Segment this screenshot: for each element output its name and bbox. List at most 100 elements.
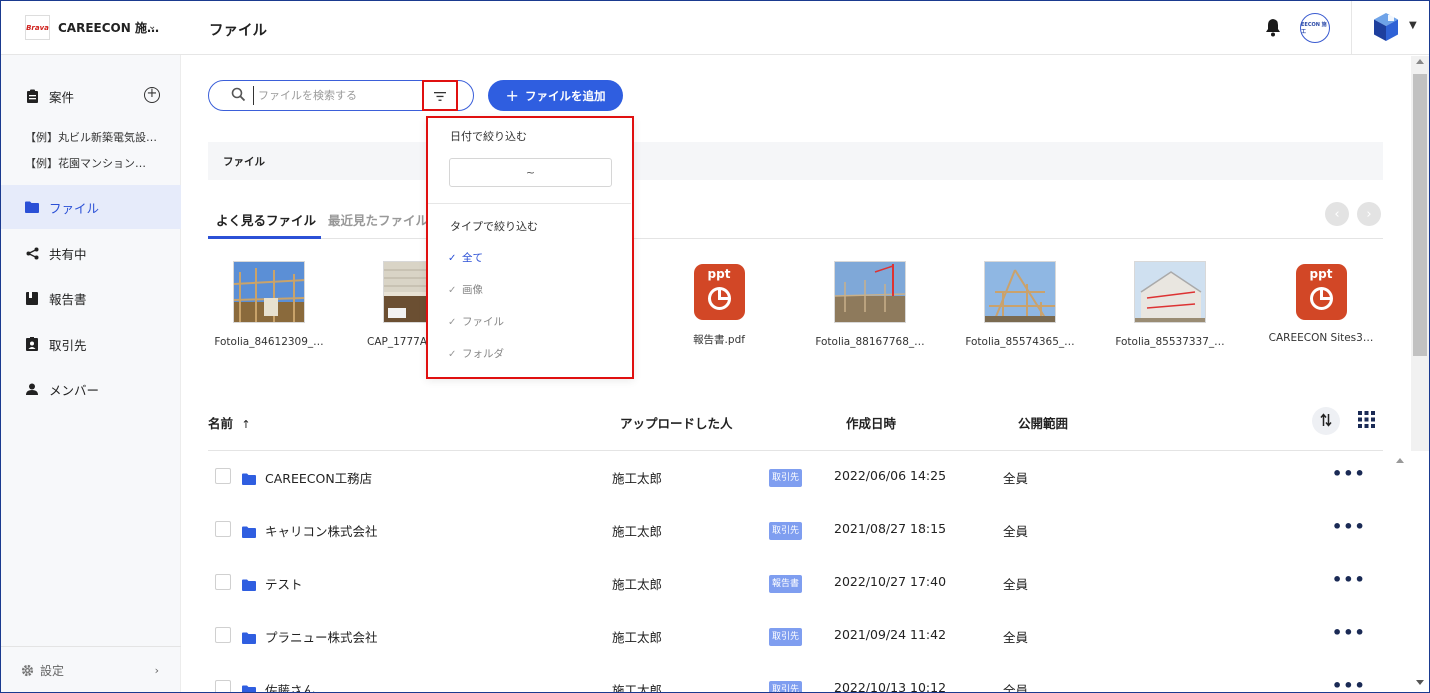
sort-asc-icon: ↑: [241, 418, 251, 431]
folder-icon: [242, 629, 256, 648]
row-checkbox[interactable]: [215, 627, 231, 643]
sidebar-item-label: メンバー: [49, 382, 100, 398]
date-range-input[interactable]: ~: [449, 158, 612, 187]
column-header-name[interactable]: 名前 ↑: [208, 413, 251, 432]
sidebar-item-label: 案件: [49, 89, 75, 105]
breadcrumb-item[interactable]: ファイル: [223, 154, 265, 169]
chevron-right-icon: ›: [154, 664, 159, 677]
scroll-up-icon[interactable]: [1416, 59, 1424, 64]
column-header-scope[interactable]: 公開範囲: [1018, 413, 1068, 432]
page-scrollbar[interactable]: [1411, 56, 1429, 451]
row-tag: 取引先: [769, 469, 803, 487]
sidebar-item-members[interactable]: メンバー: [1, 367, 181, 411]
row-date: 2021/08/27 18:15: [834, 521, 947, 536]
filter-option-all[interactable]: ✓ 全て: [448, 250, 483, 265]
breadcrumb: ファイル: [208, 142, 1383, 180]
filter-option-folder[interactable]: ✓ フォルダ: [448, 346, 504, 361]
user-cube-icon[interactable]: [1373, 12, 1399, 46]
top-bar: ファイル EECON 施工 ▼: [181, 1, 1429, 55]
case-link-1[interactable]: 【例】丸ビル新築電気設…: [25, 129, 157, 145]
search-input[interactable]: [253, 86, 423, 105]
thumbnail-card[interactable]: ppt 報告書.pdf: [649, 261, 789, 347]
table-row[interactable]: 佐藤さん 施工太郎 取引先 2022/10/13 10:12 全員 •••: [208, 663, 1383, 692]
column-header-created[interactable]: 作成日時: [846, 413, 896, 432]
settings-label: 設定: [40, 664, 65, 678]
row-uploader: 施工太郎: [612, 524, 663, 539]
row-name[interactable]: CAREECON工務店: [265, 468, 372, 487]
contact-icon: [25, 337, 39, 351]
thumbnail-name: Fotolia_88167768_…: [815, 336, 925, 348]
settings-button[interactable]: 設定 ›: [1, 646, 181, 692]
row-name[interactable]: 佐藤さん: [265, 680, 315, 692]
thumbnail-name: Fotolia_85574365_…: [965, 336, 1075, 348]
search-icon: [231, 87, 246, 106]
row-scope: 全員: [1003, 524, 1029, 539]
sort-button[interactable]: [1312, 407, 1340, 435]
thumbnail-card[interactable]: Fotolia_85574365_…: [950, 261, 1090, 348]
sidebar-item-reports[interactable]: 報告書: [1, 276, 181, 320]
sidebar-item-contacts[interactable]: 取引先: [1, 322, 181, 366]
grid-view-button[interactable]: [1358, 411, 1375, 432]
thumbnail-card[interactable]: ppt CAREECON Sites3…: [1251, 261, 1391, 344]
row-name[interactable]: プラニュー株式会社: [265, 627, 378, 646]
avatar[interactable]: EECON 施工: [1300, 13, 1330, 43]
row-scope: 全員: [1003, 630, 1029, 645]
thumbnail-card[interactable]: CAP_1777A: [349, 261, 427, 348]
chevron-down-icon[interactable]: ▼: [1409, 20, 1417, 31]
folder-icon: [242, 523, 256, 542]
more-icon[interactable]: •••: [1332, 676, 1366, 692]
header-divider: [1351, 1, 1352, 55]
more-icon[interactable]: •••: [1332, 623, 1366, 642]
tab-frequent[interactable]: よく見るファイル: [208, 210, 321, 239]
thumbnail-card[interactable]: Fotolia_88167768_…: [800, 261, 940, 348]
table-row[interactable]: キャリコン株式会社 施工太郎 取引先 2021/08/27 18:15 全員 •…: [208, 504, 1383, 557]
sidebar-item-label: 報告書: [49, 291, 87, 307]
row-name[interactable]: キャリコン株式会社: [265, 521, 378, 540]
row-checkbox[interactable]: [215, 680, 231, 692]
more-icon[interactable]: •••: [1332, 517, 1366, 536]
thumbnail-name: Fotolia_84612309_…: [214, 336, 324, 348]
bell-icon[interactable]: [1265, 18, 1281, 41]
sidebar-item-shared[interactable]: 共有中: [1, 231, 181, 275]
row-checkbox[interactable]: [215, 521, 231, 537]
row-tag: 報告書: [769, 575, 803, 593]
filter-button[interactable]: [422, 80, 458, 111]
add-case-button[interactable]: +: [144, 87, 160, 103]
scroll-up-icon[interactable]: [1396, 458, 1404, 463]
folder-icon: [25, 200, 39, 214]
case-link-2[interactable]: 【例】花園マンション…: [25, 155, 146, 171]
carousel-next-button[interactable]: ›: [1357, 202, 1381, 226]
more-icon[interactable]: •••: [1332, 570, 1366, 589]
ppt-badge: ppt: [1309, 267, 1333, 281]
member-icon: [25, 382, 39, 396]
row-checkbox[interactable]: [215, 468, 231, 484]
table-row[interactable]: プラニュー株式会社 施工太郎 取引先 2021/09/24 11:42 全員 •…: [208, 610, 1383, 663]
more-icon[interactable]: •••: [1332, 464, 1366, 483]
column-header-uploader[interactable]: アップロードした人: [620, 413, 733, 432]
carousel-prev-button[interactable]: ‹: [1325, 202, 1349, 226]
filter-icon: [434, 86, 446, 105]
table-row[interactable]: CAREECON工務店 施工太郎 取引先 2022/06/06 14:25 全員…: [208, 451, 1383, 504]
check-icon: ✓: [448, 253, 457, 264]
folder-icon: [242, 682, 256, 692]
add-file-button[interactable]: + ファイルを追加: [488, 80, 623, 111]
thumbnail-card[interactable]: Fotolia_85537337_…: [1100, 261, 1240, 348]
row-checkbox[interactable]: [215, 574, 231, 590]
table-scrollbar[interactable]: [1391, 453, 1409, 692]
scroll-down-icon[interactable]: [1416, 680, 1424, 685]
row-date: 2022/10/27 17:40: [834, 574, 947, 589]
row-date: 2021/09/24 11:42: [834, 627, 947, 642]
scrollbar-thumb[interactable]: [1413, 74, 1427, 356]
sidebar-item-label: ファイル: [49, 200, 100, 216]
sidebar: Brava CAREECON 施… ⌄ 案件 + 【例】丸ビル新築電気設… 【例…: [1, 1, 181, 692]
filter-option-image[interactable]: ✓ 画像: [448, 282, 483, 297]
filter-option-label: 画像: [462, 284, 483, 296]
thumbnail-card[interactable]: Fotolia_84612309_…: [199, 261, 339, 348]
tab-recent[interactable]: 最近見たファイル: [328, 210, 428, 239]
table-row[interactable]: テスト 施工太郎 報告書 2022/10/27 17:40 全員 •••: [208, 557, 1383, 610]
sidebar-item-files[interactable]: ファイル: [1, 185, 181, 229]
row-name[interactable]: テスト: [265, 574, 303, 593]
org-switcher[interactable]: Brava CAREECON 施… ⌄: [1, 1, 181, 55]
filter-option-file[interactable]: ✓ ファイル: [448, 314, 504, 329]
row-uploader: 施工太郎: [612, 471, 663, 486]
